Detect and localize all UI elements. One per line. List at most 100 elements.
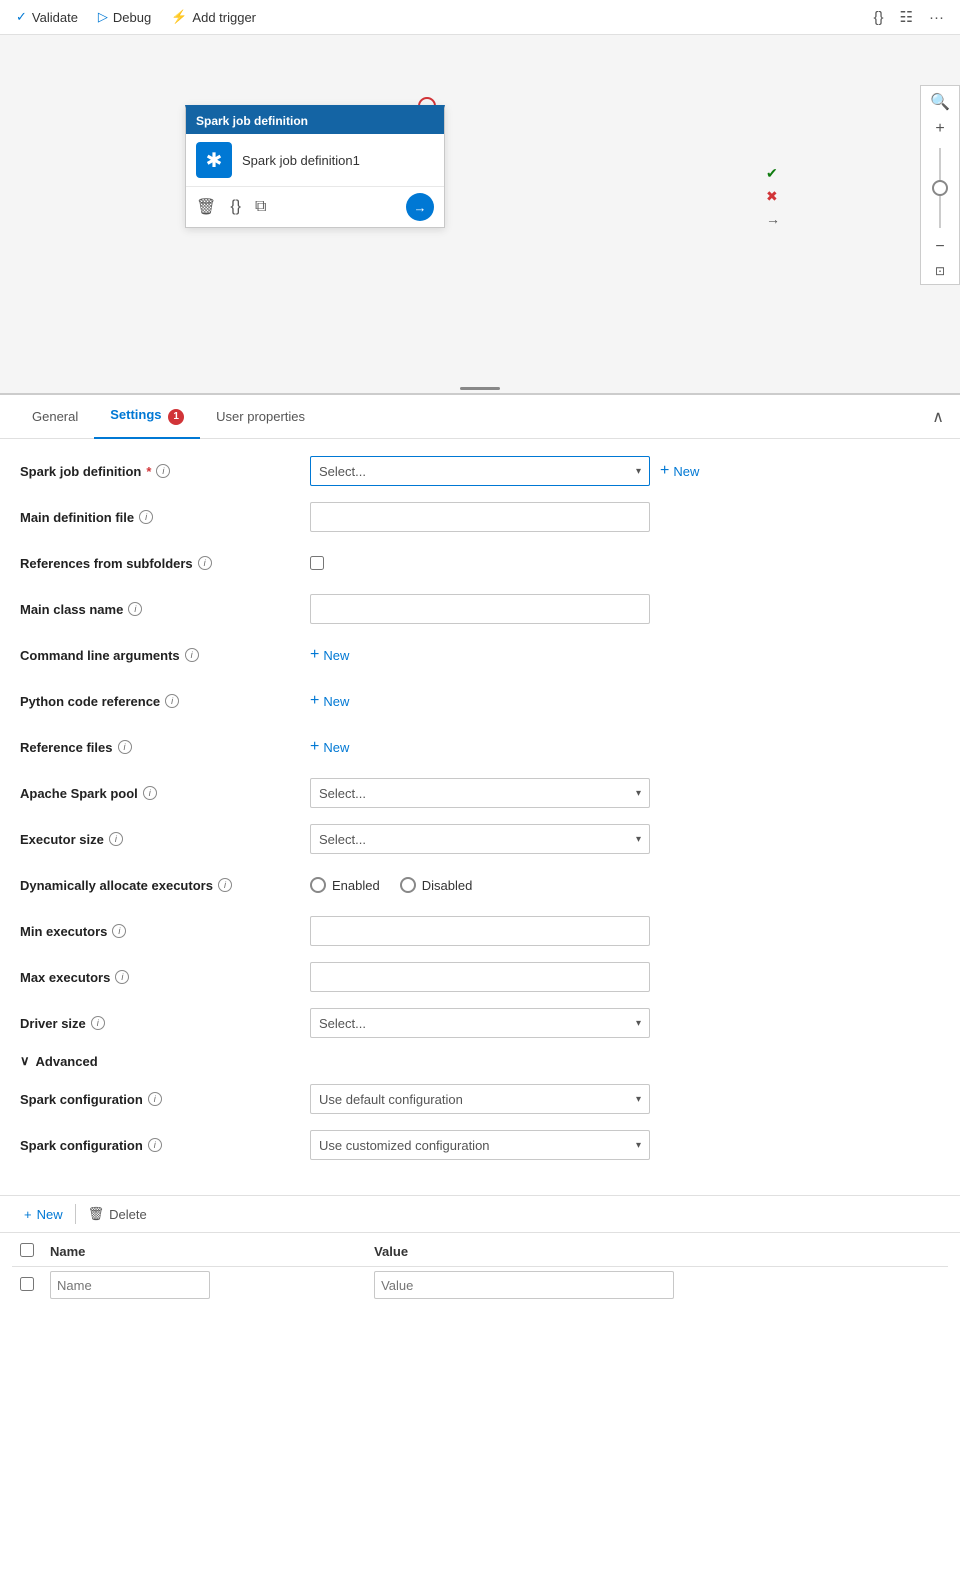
search-canvas-icon[interactable]: 🔍 — [922, 90, 958, 114]
apache-spark-pool-label: Apache Spark pool i — [20, 786, 310, 801]
refs-subfolders-checkbox[interactable] — [310, 556, 324, 570]
delete-card-icon[interactable]: 🗑 — [196, 197, 216, 217]
fit-canvas-icon[interactable]: ⊡ — [927, 262, 953, 280]
main-def-file-input[interactable] — [310, 502, 650, 532]
driver-size-control: Select... ▾ — [310, 1008, 940, 1038]
spark-config-2-control: Use customized configuration ▾ — [310, 1130, 940, 1160]
spark-config-1-control: Use default configuration ▾ — [310, 1084, 940, 1114]
table-new-button[interactable]: + New — [12, 1203, 75, 1226]
panel-resize-handle[interactable] — [460, 378, 500, 393]
zoom-out-button[interactable]: − — [927, 236, 952, 258]
cmd-line-args-new-button[interactable]: + New — [310, 646, 349, 664]
next-annotation: → — [766, 211, 780, 227]
code-card-icon[interactable]: {} — [230, 198, 241, 216]
max-executors-info-icon[interactable]: i — [115, 970, 129, 984]
zoom-track — [939, 148, 941, 228]
ref-files-new-button[interactable]: + New — [310, 738, 349, 756]
min-executors-input[interactable] — [310, 916, 650, 946]
zoom-in-button[interactable]: + — [927, 118, 952, 140]
zoom-controls: 🔍 + − ⊡ — [920, 85, 960, 285]
driver-size-label: Driver size i — [20, 1016, 310, 1031]
spark-config-2-caret: ▾ — [636, 1140, 641, 1151]
advanced-toggle[interactable]: ∨ Advanced — [20, 1053, 940, 1069]
table-container: Name Value — [0, 1237, 960, 1319]
trash-icon: 🗑 — [88, 1206, 105, 1222]
max-executors-input[interactable] — [310, 962, 650, 992]
plus-icon: + — [660, 462, 669, 480]
table-row — [12, 1267, 948, 1304]
code-icon[interactable]: {} — [874, 9, 884, 26]
driver-size-info-icon[interactable]: i — [91, 1016, 105, 1030]
apache-spark-pool-info-icon[interactable]: i — [143, 786, 157, 800]
toolbar: ✓ Validate ▷ Debug ⚡ Add trigger {} ☷ ··… — [0, 0, 960, 35]
spark-job-def-select[interactable]: Select... ▾ — [310, 456, 650, 486]
tab-general[interactable]: General — [16, 397, 94, 438]
activity-card[interactable]: Spark job definition ✱ Spark job definit… — [185, 105, 445, 228]
spark-config-2-label: Spark configuration i — [20, 1138, 310, 1153]
table-header-row: Name Value — [12, 1237, 948, 1267]
min-executors-info-icon[interactable]: i — [112, 924, 126, 938]
spark-config-2-select[interactable]: Use customized configuration ▾ — [310, 1130, 650, 1160]
driver-size-select[interactable]: Select... ▾ — [310, 1008, 650, 1038]
row-value-input[interactable] — [374, 1271, 674, 1299]
row-checkbox-cell — [12, 1267, 42, 1304]
row-value-cell — [366, 1267, 948, 1304]
row-checkbox[interactable] — [20, 1277, 34, 1291]
add-trigger-button[interactable]: ⚡ Add trigger — [171, 9, 256, 25]
executor-size-select[interactable]: Select... ▾ — [310, 824, 650, 854]
spark-config-1-select[interactable]: Use default configuration ▾ — [310, 1084, 650, 1114]
spark-config-2-info-icon[interactable]: i — [148, 1138, 162, 1152]
executor-size-info-icon[interactable]: i — [109, 832, 123, 846]
dynamic-alloc-info-icon[interactable]: i — [218, 878, 232, 892]
spark-job-def-new-button[interactable]: + New — [660, 462, 699, 480]
cmd-line-args-info-icon[interactable]: i — [185, 648, 199, 662]
canvas-area: Spark job definition ✱ Spark job definit… — [0, 35, 960, 395]
select-all-checkbox[interactable] — [20, 1243, 34, 1257]
trigger-icon: ⚡ — [171, 9, 187, 25]
tab-settings[interactable]: Settings 1 — [94, 395, 200, 439]
disabled-radio-circle — [400, 877, 416, 893]
disabled-radio[interactable]: Disabled — [400, 877, 473, 893]
main-def-file-info-icon[interactable]: i — [139, 510, 153, 524]
main-class-name-input[interactable] — [310, 594, 650, 624]
error-annotation: ✖ — [766, 188, 780, 205]
enabled-radio[interactable]: Enabled — [310, 877, 380, 893]
settings-form: Spark job definition * i Select... ▾ + N… — [0, 439, 960, 1191]
validate-button[interactable]: ✓ Validate — [16, 9, 78, 25]
table-delete-button[interactable]: 🗑 Delete — [76, 1202, 159, 1226]
plus-icon-table: + — [24, 1207, 32, 1222]
refs-subfolders-control — [310, 556, 940, 570]
toolbar-right: {} ☷ ··· — [874, 8, 944, 26]
plus-icon-ref: + — [310, 738, 319, 756]
tab-user-properties[interactable]: User properties — [200, 397, 321, 438]
navigate-card-button[interactable]: → — [406, 193, 434, 221]
row-name-input[interactable] — [50, 1271, 210, 1299]
python-code-ref-new-button[interactable]: + New — [310, 692, 349, 710]
config-table: Name Value — [12, 1237, 948, 1303]
main-class-name-info-icon[interactable]: i — [128, 602, 142, 616]
refs-subfolders-info-icon[interactable]: i — [198, 556, 212, 570]
spark-config-1-info-icon[interactable]: i — [148, 1092, 162, 1106]
apache-spark-pool-select[interactable]: Select... ▾ — [310, 778, 650, 808]
zoom-thumb[interactable] — [932, 180, 948, 196]
form-row-spark-job-def: Spark job definition * i Select... ▾ + N… — [20, 455, 940, 487]
python-code-ref-info-icon[interactable]: i — [165, 694, 179, 708]
main-class-name-control — [310, 594, 940, 624]
min-executors-label: Min executors i — [20, 924, 310, 939]
form-row-min-executors: Min executors i — [20, 915, 940, 947]
more-icon[interactable]: ··· — [929, 9, 944, 26]
ref-files-info-icon[interactable]: i — [118, 740, 132, 754]
form-row-dynamic-alloc: Dynamically allocate executors i Enabled… — [20, 869, 940, 901]
debug-button[interactable]: ▷ Debug — [98, 9, 151, 25]
tabs: General Settings 1 User properties ∧ — [0, 395, 960, 439]
refs-subfolders-label: References from subfolders i — [20, 556, 310, 571]
monitor-icon[interactable]: ☷ — [900, 8, 913, 26]
spark-job-def-info-icon[interactable]: i — [156, 464, 170, 478]
form-row-executor-size: Executor size i Select... ▾ — [20, 823, 940, 855]
activity-card-footer: 🗑 {} ⧉ → — [186, 186, 444, 227]
copy-card-icon[interactable]: ⧉ — [255, 198, 266, 216]
cmd-line-args-label: Command line arguments i — [20, 648, 310, 663]
form-row-apache-spark-pool: Apache Spark pool i Select... ▾ — [20, 777, 940, 809]
plus-icon-python: + — [310, 692, 319, 710]
collapse-panel-icon[interactable]: ∧ — [932, 407, 944, 427]
